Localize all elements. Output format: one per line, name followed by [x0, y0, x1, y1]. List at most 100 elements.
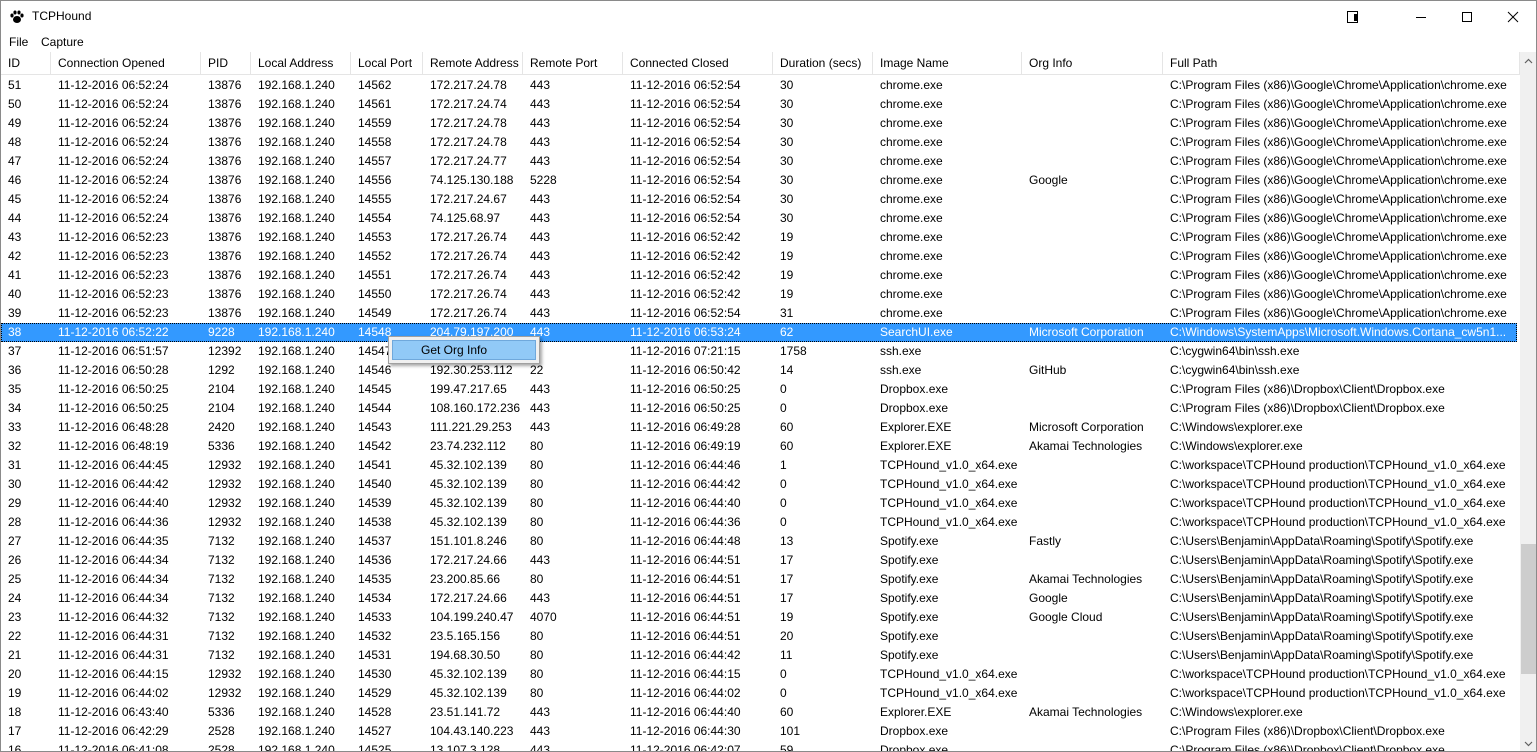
table-row[interactable]: 46 11-12-2016 06:52:24 13876 192.168.1.240 1… [1, 171, 1517, 190]
table-row[interactable]: 24 11-12-2016 06:44:34 7132 192.168.1.240 14… [1, 589, 1517, 608]
cell-local-port: 14539 [358, 496, 392, 510]
header-col-local-address[interactable]: Local Address [251, 52, 351, 74]
cell-pid: 13876 [208, 211, 242, 225]
cell-image-name: Dropbox.exe [880, 401, 949, 415]
cell-org-info [1022, 114, 1163, 133]
table-row[interactable]: 49 11-12-2016 06:52:24 13876 192.168.1.240 1… [1, 114, 1517, 133]
cell-connected-closed: 11-12-2016 06:49:28 [630, 420, 741, 434]
table-row[interactable]: 20 11-12-2016 06:44:15 12932 192.168.1.240 1… [1, 665, 1517, 684]
cell-pid: 13876 [208, 287, 242, 301]
menu-file[interactable]: File [9, 35, 28, 49]
table-row[interactable]: 41 11-12-2016 06:52:23 13876 192.168.1.240 1… [1, 266, 1517, 285]
table-row[interactable]: 22 11-12-2016 06:44:31 7132 192.168.1.240 14… [1, 627, 1517, 646]
cell-local-address: 192.168.1.240 [258, 97, 335, 111]
cell-org-info: Akamai Technologies [1029, 572, 1143, 586]
cell-local-port: 14538 [358, 515, 392, 529]
table-row[interactable]: 31 11-12-2016 06:44:45 12932 192.168.1.240 1… [1, 456, 1517, 475]
cell-local-port: 14557 [358, 154, 392, 168]
get-org-info-menu-item[interactable]: Get Org Info [392, 340, 536, 360]
cell-connected-closed: 11-12-2016 06:44:42 [630, 648, 741, 662]
cell-id: 20 [8, 667, 22, 681]
table-row[interactable]: 35 11-12-2016 06:50:25 2104 192.168.1.240 14… [1, 380, 1517, 399]
cell-org-info [1022, 342, 1163, 361]
cell-pid: 13876 [208, 306, 242, 320]
menu-capture[interactable]: Capture [41, 35, 84, 49]
table-row[interactable]: 50 11-12-2016 06:52:24 13876 192.168.1.240 1… [1, 95, 1517, 114]
cell-remote-address: 45.32.102.139 [430, 686, 507, 700]
cell-id: 44 [8, 211, 22, 225]
header-col-remote-address[interactable]: Remote Address [423, 52, 523, 74]
cell-id: 18 [8, 705, 22, 719]
cell-connected-closed: 11-12-2016 06:49:19 [630, 439, 741, 453]
maximize-button[interactable] [1444, 1, 1490, 32]
header-col-full-path[interactable]: Full Path [1163, 52, 1520, 74]
cell-remote-address: 74.125.130.188 [430, 173, 514, 187]
header-col-connection-opened[interactable]: Connection Opened [51, 52, 201, 74]
table-row[interactable]: 51 11-12-2016 06:52:24 13876 192.168.1.240 1… [1, 76, 1517, 95]
cell-local-port: 14530 [358, 667, 392, 681]
table-row[interactable]: 48 11-12-2016 06:52:24 13876 192.168.1.240 1… [1, 133, 1517, 152]
table-row[interactable]: 36 11-12-2016 06:50:28 1292 192.168.1.240 14… [1, 361, 1517, 380]
table-row[interactable]: 17 11-12-2016 06:42:29 2528 192.168.1.240 14… [1, 722, 1517, 741]
table-row[interactable]: 44 11-12-2016 06:52:24 13876 192.168.1.240 1… [1, 209, 1517, 228]
cell-remote-port: 80 [530, 572, 544, 586]
minimize-button[interactable] [1398, 1, 1444, 32]
header-col-org-info[interactable]: Org Info [1022, 52, 1163, 74]
table-row[interactable]: 42 11-12-2016 06:52:23 13876 192.168.1.240 1… [1, 247, 1517, 266]
table-row[interactable]: 21 11-12-2016 06:44:31 7132 192.168.1.240 14… [1, 646, 1517, 665]
close-button[interactable] [1490, 1, 1536, 32]
cell-remote-address: 172.217.26.74 [430, 230, 507, 244]
table-row[interactable]: 30 11-12-2016 06:44:42 12932 192.168.1.240 1… [1, 475, 1517, 494]
header-col-id[interactable]: ID [1, 52, 51, 74]
table-row[interactable]: 34 11-12-2016 06:50:25 2104 192.168.1.240 14… [1, 399, 1517, 418]
cell-duration: 17 [780, 591, 794, 605]
table-row[interactable]: 45 11-12-2016 06:52:24 13876 192.168.1.240 1… [1, 190, 1517, 209]
cell-duration: 30 [780, 154, 794, 168]
cell-org-info [1022, 399, 1163, 418]
cell-image-name: Spotify.exe [880, 534, 939, 548]
table-row[interactable]: 29 11-12-2016 06:44:40 12932 192.168.1.240 1… [1, 494, 1517, 513]
table-row[interactable]: 27 11-12-2016 06:44:35 7132 192.168.1.240 14… [1, 532, 1517, 551]
cell-pid: 13876 [208, 154, 242, 168]
cell-local-address: 192.168.1.240 [258, 705, 335, 719]
cell-id: 40 [8, 287, 22, 301]
table-row[interactable]: 37 11-12-2016 06:51:57 12392 192.168.1.240 1… [1, 342, 1517, 361]
table-row[interactable]: 39 11-12-2016 06:52:23 13876 192.168.1.240 1… [1, 304, 1517, 323]
table-row[interactable]: 16 11-12-2016 06:41:08 2528 192.168.1.240 14… [1, 741, 1517, 751]
header-col-pid[interactable]: PID [201, 52, 251, 74]
scroll-up-button[interactable] [1520, 52, 1536, 69]
cell-local-port: 14537 [358, 534, 392, 548]
cell-connected-closed: 11-12-2016 06:52:42 [630, 230, 741, 244]
table-row[interactable]: 26 11-12-2016 06:44:34 7132 192.168.1.240 14… [1, 551, 1517, 570]
close-icon [1507, 11, 1519, 22]
scroll-down-button[interactable] [1520, 735, 1536, 751]
table-row[interactable]: 38 11-12-2016 06:52:22 9228 192.168.1.240 14… [1, 323, 1517, 342]
table-row[interactable]: 43 11-12-2016 06:52:23 13876 192.168.1.240 1… [1, 228, 1517, 247]
header-col-image-name[interactable]: Image Name [873, 52, 1022, 74]
cell-id: 43 [8, 230, 22, 244]
header-col-remote-port[interactable]: Remote Port [523, 52, 623, 74]
header-col-connected-closed[interactable]: Connected Closed [623, 52, 773, 74]
table-row[interactable]: 32 11-12-2016 06:48:19 5336 192.168.1.240 14… [1, 437, 1517, 456]
cell-connected-closed: 11-12-2016 07:21:15 [630, 344, 741, 358]
vertical-scrollbar[interactable] [1520, 52, 1536, 751]
table-row[interactable]: 25 11-12-2016 06:44:34 7132 192.168.1.240 14… [1, 570, 1517, 589]
table-row[interactable]: 33 11-12-2016 06:48:28 2420 192.168.1.240 14… [1, 418, 1517, 437]
table-row[interactable]: 18 11-12-2016 06:43:40 5336 192.168.1.240 14… [1, 703, 1517, 722]
header-col-local-port[interactable]: Local Port [351, 52, 423, 74]
scroll-thumb[interactable] [1521, 544, 1536, 674]
cell-remote-port: 80 [530, 439, 544, 453]
cell-pid: 7132 [208, 553, 235, 567]
table-row[interactable]: 23 11-12-2016 06:44:32 7132 192.168.1.240 14… [1, 608, 1517, 627]
title-bar[interactable]: TCPHound [1, 1, 1536, 32]
cell-image-name: Dropbox.exe [880, 382, 949, 396]
cell-full-path: C:\Program Files (x86)\Google\Chrome\App… [1170, 268, 1507, 282]
table-row[interactable]: 40 11-12-2016 06:52:23 13876 192.168.1.240 1… [1, 285, 1517, 304]
table-row[interactable]: 28 11-12-2016 06:44:36 12932 192.168.1.240 1… [1, 513, 1517, 532]
cell-duration: 30 [780, 192, 794, 206]
cell-local-port: 14533 [358, 610, 392, 624]
cell-connected-closed: 11-12-2016 06:52:42 [630, 249, 741, 263]
table-row[interactable]: 47 11-12-2016 06:52:24 13876 192.168.1.240 1… [1, 152, 1517, 171]
header-col-duration[interactable]: Duration (secs) [773, 52, 873, 74]
table-row[interactable]: 19 11-12-2016 06:44:02 12932 192.168.1.240 1… [1, 684, 1517, 703]
